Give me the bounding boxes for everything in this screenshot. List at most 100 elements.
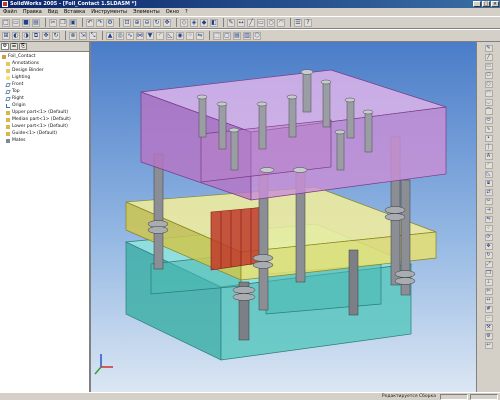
circle-icon[interactable]: ○ [267,18,275,27]
cut-icon[interactable]: ✂ [49,18,57,27]
open-folder-icon[interactable]: ▭ [12,18,20,27]
grid-icon[interactable]: # [484,306,493,313]
change-transparency-icon[interactable]: ◑ [22,31,30,40]
top-view-icon[interactable]: ▤ [233,31,241,40]
text-icon[interactable]: A [484,153,493,160]
hole-wizard-icon[interactable]: ◉ [176,31,184,40]
tree-item-design-binder[interactable]: Design Binder [2,67,89,74]
new-document-icon[interactable]: □ [2,18,10,27]
section-view-icon[interactable]: ◧ [210,18,218,27]
rotate-component-icon[interactable]: ↻ [52,31,60,40]
tree-item-lower-part[interactable]: Lower part<1> (Default) [2,123,89,130]
tree-item-annotations[interactable]: Annotations [2,60,89,67]
redo-icon[interactable]: ↷ [96,18,104,27]
loft-icon[interactable]: ⋈ [136,31,144,40]
tree-item-lighting[interactable]: Lighting [2,74,89,81]
scale-icon[interactable]: ⤢ [484,261,493,268]
rotate-view-icon[interactable]: ↻ [153,18,161,27]
mirror-sketch-icon[interactable]: ⇋ [484,216,493,223]
circle-icon[interactable]: ○ [484,81,493,88]
move-component-icon[interactable]: ✥ [42,31,50,40]
cut-extrude-icon[interactable]: ▼ [146,31,154,40]
dimension-icon[interactable]: ↔ [484,297,493,304]
rectangle-icon[interactable]: ▭ [484,63,493,70]
menu-features[interactable]: Элементы [130,9,163,15]
maximize-button[interactable]: □ [482,1,490,7]
isometric-view-icon[interactable]: ⬡ [253,31,261,40]
extrude-icon[interactable]: ▲ [106,31,114,40]
zoom-area-icon[interactable]: ⊕ [133,18,141,27]
extend-icon[interactable]: ⇥ [484,207,493,214]
revolve-icon[interactable]: ◎ [116,31,124,40]
construction-geometry-icon[interactable]: ┄ [484,315,493,322]
menu-view[interactable]: Вид [45,9,61,15]
options-icon[interactable]: ☰ [294,18,302,27]
point-icon[interactable]: • [484,135,493,142]
menu-help[interactable]: ? [182,9,191,15]
line-icon[interactable]: ╱ [247,18,255,27]
hide-show-icon[interactable]: ◐ [12,31,20,40]
fillet-sketch-icon[interactable]: ◜ [484,162,493,169]
circular-pattern-icon[interactable]: ⟳ [484,234,493,241]
mate-icon[interactable]: ⧉ [32,31,40,40]
tree-item-upper-part[interactable]: Upper part<1> (Default) [2,109,89,116]
menu-insert[interactable]: Вставка [61,9,88,15]
tree-item-assembly[interactable]: Foil_Contact [2,53,89,60]
smart-dimension-icon[interactable]: ↔ [237,18,245,27]
minimize-button[interactable]: _ [473,1,481,7]
sketch-icon[interactable]: ✎ [227,18,235,27]
arc-icon[interactable]: ◠ [277,18,285,27]
modify-sketch-icon[interactable]: ⚙ [484,333,493,340]
polygon-icon[interactable]: ⬠ [484,72,493,79]
spline-icon[interactable]: ∿ [484,126,493,133]
graphics-viewport[interactable] [91,42,476,392]
chamfer-sketch-icon[interactable]: ◺ [484,171,493,178]
ellipse-icon[interactable]: ⬭ [484,117,493,124]
tree-item-right-plane[interactable]: Right [2,95,89,102]
menu-window[interactable]: Окно [163,9,182,15]
pattern-icon[interactable]: ⁘ [186,31,194,40]
view-orientation-icon[interactable]: ⬚ [213,31,221,40]
trim-icon[interactable]: ✂ [484,198,493,205]
right-view-icon[interactable]: ▥ [243,31,251,40]
tree-item-guide[interactable]: Guide<1> (Default) [2,130,89,137]
solidworks-app-icon[interactable] [2,1,8,7]
pan-icon[interactable]: ✥ [163,18,171,27]
tangent-arc-icon[interactable]: ◡ [484,99,493,106]
menu-file[interactable]: Файл [0,9,20,15]
print-icon[interactable]: ▤ [32,18,40,27]
sweep-icon[interactable]: ∿ [126,31,134,40]
tree-item-origin[interactable]: Origin [2,102,89,109]
tree-item-median-part[interactable]: Median part<1> (Default) [2,116,89,123]
front-view-icon[interactable]: ▢ [223,31,231,40]
display-relations-icon[interactable]: ⊨ [484,288,493,295]
zoom-fit-icon[interactable]: ⊡ [123,18,131,27]
add-relation-icon[interactable]: ⊥ [484,279,493,286]
rectangle-icon[interactable]: ▭ [257,18,265,27]
configuration-manager-tab-icon[interactable]: ⎘ [19,43,27,50]
rebuild-icon[interactable]: ⚙ [106,18,114,27]
undo-icon[interactable]: ↶ [86,18,94,27]
exit-sketch-icon[interactable]: ↩ [484,342,493,349]
mirror-icon[interactable]: ⇋ [196,31,204,40]
property-manager-tab-icon[interactable]: ☰ [10,43,18,50]
wireframe-icon[interactable]: ◇ [180,18,188,27]
line-icon[interactable]: ╱ [484,54,493,61]
paste-icon[interactable]: ▣ [69,18,77,27]
fillet-icon[interactable]: ◜ [156,31,164,40]
menu-edit[interactable]: Правка [20,9,45,15]
menu-tools[interactable]: Инструменты [88,9,130,15]
shaded-icon[interactable]: ◆ [200,18,208,27]
hidden-lines-icon[interactable]: ◈ [190,18,198,27]
move-icon[interactable]: ✥ [484,243,493,250]
centerline-icon[interactable]: ┆ [484,144,493,151]
zoom-in-out-icon[interactable]: ⊖ [143,18,151,27]
chamfer-icon[interactable]: ◺ [166,31,174,40]
convert-entities-icon[interactable]: ⇄ [484,189,493,196]
save-icon[interactable]: ■ [22,18,30,27]
tree-item-front-plane[interactable]: Front [2,81,89,88]
center-arc-icon[interactable]: ◠ [484,90,493,97]
assembly-model-view[interactable] [91,42,476,392]
repair-sketch-icon[interactable]: ⚒ [484,324,493,331]
copy-icon[interactable]: ❐ [59,18,67,27]
